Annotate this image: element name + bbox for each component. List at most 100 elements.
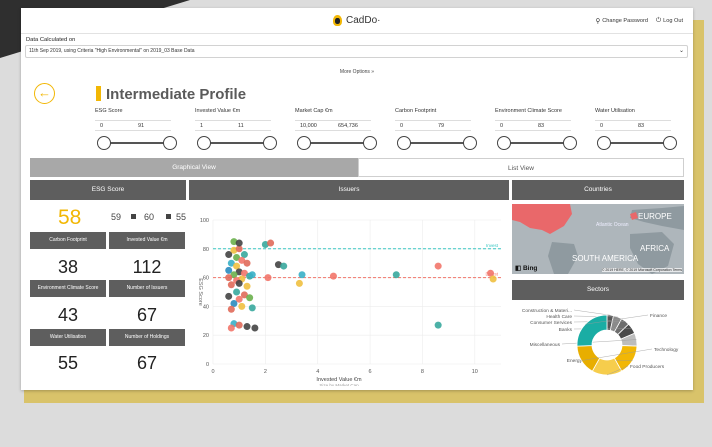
slider-track [203,142,271,144]
change-password-label: Change Password [602,18,648,24]
filter-max-input[interactable]: 654,736 [333,120,371,131]
slider-max-handle[interactable] [363,136,377,150]
metric-value-number-of-issuers: 67 [136,305,158,325]
brand-icon [333,15,342,26]
range-slider[interactable] [497,136,577,150]
filter-min-input[interactable]: 0 [395,120,433,131]
countries-map[interactable]: EUROPE Atlantic Ocean SOUTH AMERICA AFRI… [512,204,684,274]
log-out-label: Log Out [663,18,683,24]
slider-min-handle[interactable] [497,136,511,150]
slider-max-handle[interactable] [563,136,577,150]
more-options-link[interactable]: More Options » [21,69,693,75]
brand-name: CadDo· [346,15,381,26]
metric-label-environment-climate-score: Environment Climate Score [30,280,106,297]
x-tick-label: 10 [472,369,478,375]
scatter-point [233,288,241,296]
y-tick-label: 0 [206,362,209,368]
tab-list-view[interactable]: List View [358,158,684,177]
tab-graphical-view[interactable]: Graphical View [30,158,358,177]
sector-label: Finance [650,313,667,319]
range-slider[interactable] [97,136,177,150]
filter-min-input[interactable]: 0 [495,120,533,131]
sectors-header: Sectors [512,280,684,300]
scatter-point [267,239,275,247]
slider-max-handle[interactable] [163,136,177,150]
filter-label: Invested Value €m [195,108,241,114]
scatter-point [489,275,497,283]
range-slider[interactable] [397,136,477,150]
scatter-point [280,262,288,270]
scatter-point [243,323,251,331]
y-tick-label: 100 [200,218,209,224]
slider-min-handle[interactable] [297,136,311,150]
filter-min-input[interactable]: 10,000 [295,120,333,131]
esg-score-middle: 60 [144,212,155,222]
brand-logo[interactable]: CadDo· [333,15,380,26]
log-out-link[interactable]: ⏻ Log Out [656,17,683,25]
range-slider[interactable] [297,136,377,150]
reference-line-label: Invest [486,243,499,248]
map-label-africa: AFRICA [640,244,670,253]
sector-label: Construction & Materi... [522,308,572,314]
sector-label: Banks [559,327,573,333]
esg-score-header: ESG Score [30,180,186,200]
issuers-scatter-chart[interactable]: 0246810020406080100InvestDivestInvested … [189,204,509,386]
sector-label: Consumer Services [530,320,572,326]
x-axis-sublabel: Size by Market Cap [319,383,359,386]
scatter-point [251,324,259,332]
metric-label-number-of-holdings: Number of Holdings [109,329,185,346]
filter-max-input[interactable]: 83 [533,120,571,131]
map-label-europe: EUROPE [638,212,672,221]
title-accent-bar [96,86,101,101]
map-label-south-america: SOUTH AMERICA [572,254,639,263]
filter-5: Water Utilisation 0 83 [595,108,677,152]
filter-max-input[interactable]: 11 [233,120,271,131]
x-tick-label: 2 [264,369,267,375]
filter-0: ESG Score 0 91 [95,108,177,152]
range-slider[interactable] [197,136,277,150]
filter-min-input[interactable]: 0 [595,120,633,131]
scatter-point [235,321,243,329]
filter-label: Carbon Footprint [395,108,437,114]
slider-min-handle[interactable] [97,136,111,150]
filter-label: Environment Climate Score [495,108,562,114]
x-tick-label: 4 [316,369,319,375]
slider-min-handle[interactable] [397,136,411,150]
metric-label-number-of-issuers: Number of Issuers [109,280,185,297]
app-window: CadDo· ⚲ Change Password ⏻ Log Out Data … [21,8,693,390]
scatter-point [298,271,306,279]
slider-min-handle[interactable] [597,136,611,150]
slider-max-handle[interactable] [263,136,277,150]
filter-min-input[interactable]: 0 [95,120,133,131]
slider-min-handle[interactable] [197,136,211,150]
range-slider[interactable] [597,136,677,150]
slider-track [503,142,571,144]
scatter-point [227,324,235,332]
slider-max-handle[interactable] [463,136,477,150]
issuers-header: Issuers [189,180,509,200]
slider-track [103,142,171,144]
map-attribution: © 2019 HERE, © 2019 Microsoft Corporatio… [601,268,682,272]
chevron-down-icon: ⌄ [678,48,684,54]
back-arrow-icon[interactable]: ← [34,83,55,104]
esg-score-separator [166,214,171,219]
y-axis-label: ESG Score [197,278,203,306]
sectors-donut-chart[interactable]: Construction & Materi...Health CareConsu… [512,303,684,388]
y-tick-label: 20 [203,333,209,339]
slider-track [303,142,371,144]
filter-4: Environment Climate Score 0 83 [495,108,577,152]
filter-inputs: 0 83 [495,120,577,131]
scatter-point [248,304,256,312]
filter-inputs: 10,000 654,736 [295,120,377,131]
filter-inputs: 0 91 [95,120,177,131]
scatter-point [227,281,235,289]
filter-min-input[interactable]: 1 [195,120,233,131]
dataset-select[interactable]: 11th Sep 2019, using Criteria "High Envi… [25,45,688,58]
change-password-link[interactable]: ⚲ Change Password [595,17,647,25]
scatter-point [246,294,254,302]
filter-max-input[interactable]: 91 [133,120,171,131]
filter-max-input[interactable]: 83 [633,120,671,131]
metric-value-environment-climate-score: 43 [57,305,79,325]
slider-max-handle[interactable] [663,136,677,150]
filter-max-input[interactable]: 79 [433,120,471,131]
